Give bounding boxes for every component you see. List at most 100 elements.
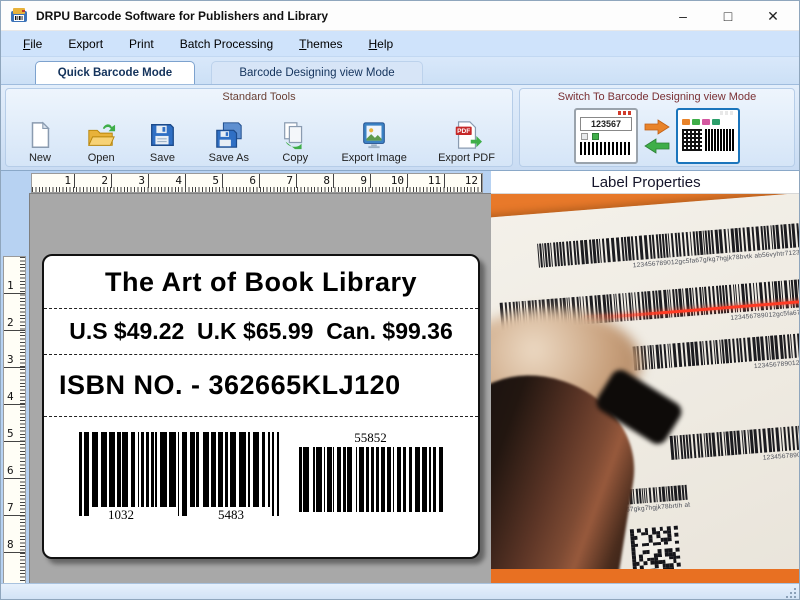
orange-band: [491, 569, 800, 583]
maximize-button[interactable]: □: [720, 9, 736, 23]
left-gutter: 12345678: [1, 171, 29, 583]
ruler-number: 6: [223, 174, 260, 188]
label-prices: U.S $49.22 U.K $65.99 Can. $99.36: [44, 309, 478, 355]
barcode-bars: [79, 432, 282, 507]
photo-barcode-strip: 123456789012gc5fa67gjkg7hgjl8bgjl8bgjl8b…: [670, 418, 800, 469]
close-button[interactable]: ✕: [765, 9, 781, 23]
menu-file[interactable]: File: [11, 33, 54, 55]
open-folder-icon: [86, 120, 116, 150]
horizontal-ruler: 123456789101112: [31, 173, 483, 193]
eraser-icon: [692, 119, 700, 125]
export-pdf-icon: PDF: [452, 120, 482, 150]
ruler-number: 4: [149, 174, 186, 188]
horizontal-ruler-numbers: 123456789101112: [32, 174, 482, 188]
save-as-icon: [214, 120, 244, 150]
work-area: 12345678 123456789101112 The Art of Book…: [1, 171, 799, 583]
tab-quick-barcode-mode[interactable]: Quick Barcode Mode: [35, 61, 195, 84]
ruler-number: 8: [297, 174, 334, 188]
save-as-label: Save As: [209, 152, 249, 164]
barcode-label[interactable]: The Art of Book Library U.S $49.22 U.K $…: [42, 254, 480, 559]
export-pdf-button[interactable]: PDF Export PDF: [435, 104, 498, 166]
title-bar: DRPU Barcode Software for Publishers and…: [1, 1, 799, 31]
color-swatch-icon: [702, 119, 710, 125]
menu-export[interactable]: Export: [56, 33, 115, 55]
barcode-photo: 123456789012gc5fa67glkg7hgjk78bvtk ab56v…: [491, 194, 800, 583]
menu-help[interactable]: Help: [357, 33, 406, 55]
app-window: DRPU Barcode Software for Publishers and…: [0, 0, 800, 600]
export-image-icon: [359, 120, 389, 150]
new-label: New: [29, 152, 51, 164]
label-title: The Art of Book Library: [44, 256, 478, 309]
design-canvas[interactable]: The Art of Book Library U.S $49.22 U.K $…: [29, 193, 491, 583]
barcode-digits: 5483: [201, 507, 261, 523]
mode-tab-bar: Quick Barcode Mode Barcode Designing vie…: [1, 57, 799, 84]
pencil-icon: [682, 119, 690, 125]
mini-barcode-icon: [705, 129, 734, 151]
new-document-icon: [25, 120, 55, 150]
mini-checkboxes: [581, 133, 631, 140]
mini-design-content: [682, 129, 734, 151]
mini-toolbar-icon: [682, 117, 734, 126]
minimize-button[interactable]: –: [675, 9, 691, 23]
status-bar: [1, 583, 799, 600]
switch-mode-panel[interactable]: Switch To Barcode Designing view Mode 12…: [519, 88, 795, 167]
ruler-number: 9: [334, 174, 371, 188]
label-barcode-area: 1032 5483 55852: [44, 417, 478, 557]
copy-label: Copy: [282, 152, 308, 164]
mini-window-buttons-icon: [720, 111, 735, 115]
app-logo-icon: [10, 7, 28, 25]
switch-mode-graphic[interactable]: 123567: [574, 108, 740, 164]
mini-window-buttons-icon: [618, 111, 633, 115]
mini-barcode-value: 123567: [580, 117, 632, 131]
ruler-number: 2: [75, 174, 112, 188]
photo-barcode-strip: 123456789012gc5fa67glkg7hgjk78bvtk ab56v…: [537, 218, 800, 277]
ruler-number: 7: [260, 174, 297, 188]
arrow-right-icon: [644, 119, 670, 135]
checkbox-icon: [581, 133, 588, 140]
window-controls: – □ ✕: [675, 9, 799, 23]
ruler-ticks: [32, 187, 482, 192]
tab-barcode-designing-view-mode[interactable]: Barcode Designing view Mode: [211, 61, 423, 84]
save-as-button[interactable]: Save As: [206, 104, 252, 166]
export-pdf-label: Export PDF: [438, 152, 495, 164]
checked-checkbox-icon: [592, 133, 599, 140]
toolbar: Standard Tools New Open: [1, 84, 799, 171]
save-button[interactable]: Save: [144, 104, 180, 166]
menu-bar: File Export Print Batch Processing Theme…: [1, 31, 799, 57]
ruler-number: 10: [371, 174, 408, 188]
pdf-badge-text: PDF: [457, 128, 470, 135]
ean-barcode: 1032 5483: [79, 432, 282, 524]
code39-barcode: 55852: [299, 430, 442, 512]
mini-2d-code-icon: [682, 129, 702, 151]
save-label: Save: [150, 152, 175, 164]
barcode-bars: [299, 447, 442, 512]
export-image-button[interactable]: Export Image: [338, 104, 409, 166]
open-label: Open: [88, 152, 115, 164]
menu-batch-processing[interactable]: Batch Processing: [168, 33, 285, 55]
canvas-column: 123456789101112 The Art of Book Library …: [29, 171, 491, 583]
ruler-number: 12: [445, 174, 482, 188]
open-button[interactable]: Open: [83, 104, 119, 166]
ruler-ticks: [20, 257, 25, 587]
menu-print[interactable]: Print: [117, 33, 166, 55]
ruler-number: 11: [408, 174, 445, 188]
barcode-digits: 1032: [91, 507, 151, 523]
quick-mode-window-icon: 123567: [574, 108, 638, 164]
label-properties-panel: Label Properties 123456789012gc5fa67glkg…: [491, 171, 800, 583]
ruler-number: 3: [112, 174, 149, 188]
ruler-number: 5: [186, 174, 223, 188]
ruler-number: 1: [38, 174, 75, 188]
design-mode-window-icon: [676, 108, 740, 164]
copy-icon: [280, 120, 310, 150]
standard-tools-group: Standard Tools New Open: [5, 88, 513, 167]
resize-grip-icon[interactable]: [784, 586, 797, 599]
label-isbn: ISBN NO. - 362665KLJ120: [44, 355, 478, 417]
menu-themes[interactable]: Themes: [287, 33, 354, 55]
copy-button[interactable]: Copy: [277, 104, 313, 166]
label-properties-header: Label Properties: [491, 171, 800, 194]
arrow-left-icon: [644, 138, 670, 154]
photo-barcode-strip: 123456789012gc5fa67glkg7hgjk7gjk7gjk7gjk…: [632, 326, 800, 380]
new-button[interactable]: New: [22, 104, 58, 166]
export-image-label: Export Image: [341, 152, 406, 164]
vertical-ruler: 12345678: [3, 256, 26, 588]
